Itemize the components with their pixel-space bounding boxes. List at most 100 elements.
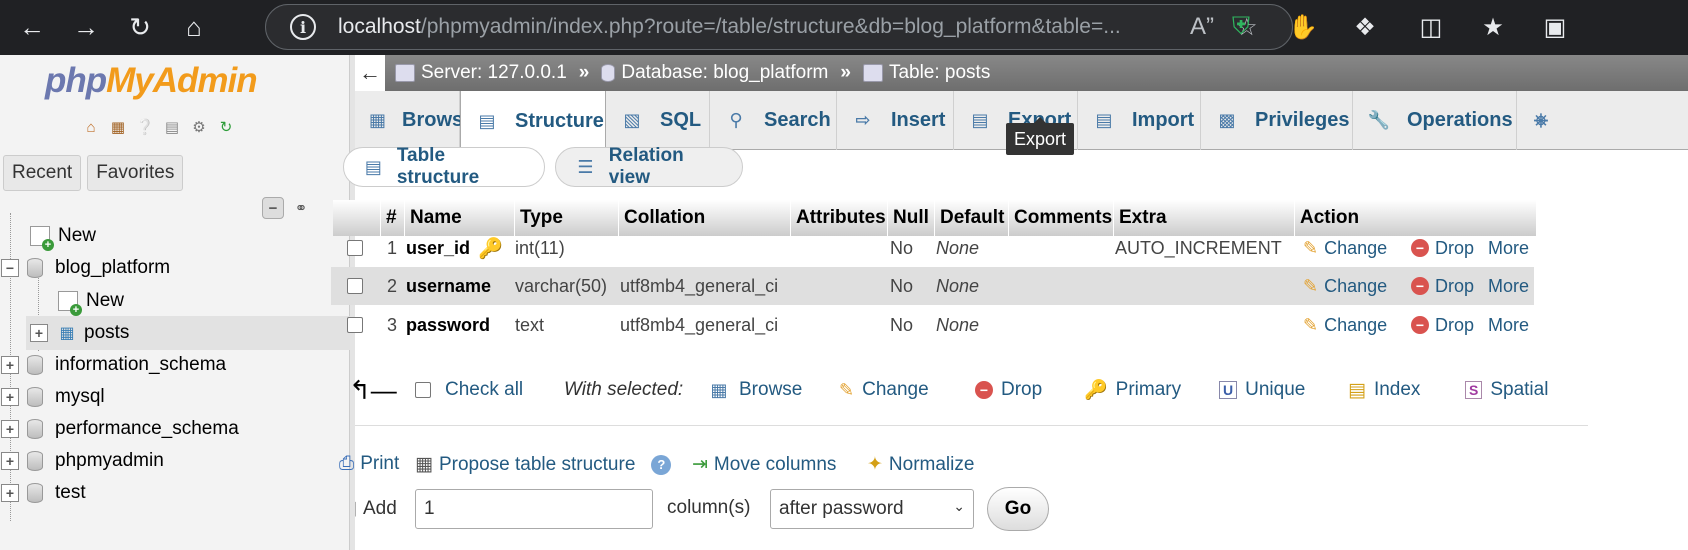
tree-item-phpmyadmin[interactable]: + phpmyadmin: [1, 444, 164, 478]
drop-link[interactable]: − Drop: [1411, 267, 1474, 305]
check-all-checkbox[interactable]: Check all: [415, 379, 523, 401]
column-position-select[interactable]: after password ⌄: [770, 489, 974, 529]
breadcrumb-table[interactable]: Table: posts: [862, 62, 990, 84]
field-type: varchar(50): [515, 275, 608, 296]
settings-gear-icon[interactable]: ⚙: [188, 116, 210, 138]
go-button[interactable]: Go: [987, 487, 1049, 531]
tree-item-label: information_schema: [55, 354, 227, 375]
link-icon[interactable]: ⚭: [290, 197, 312, 219]
more-dropdown[interactable]: More: [1488, 306, 1529, 344]
breadcrumb-server[interactable]: Server: 127.0.0.1: [395, 62, 567, 84]
move-columns-link[interactable]: ⇥ Move columns: [692, 453, 836, 476]
favorites-icon[interactable]: ★: [1476, 10, 1510, 44]
tab-import[interactable]: ▤ Import: [1078, 91, 1201, 150]
read-aloud-icon[interactable]: A”: [1190, 13, 1214, 41]
tree-item-new-table[interactable]: New: [58, 284, 124, 318]
shield-extension-icon[interactable]: ⛨: [1224, 10, 1258, 44]
bulk-change-button[interactable]: ✎ Change: [839, 379, 929, 401]
tree-item-label: New: [58, 225, 97, 246]
collections-icon[interactable]: ▣: [1538, 10, 1572, 44]
checkbox[interactable]: [415, 382, 431, 398]
tree-item-information-schema[interactable]: + information_schema: [1, 348, 226, 382]
change-label: Change: [1324, 275, 1388, 296]
collapse-icon[interactable]: −: [1, 259, 19, 277]
address-bar[interactable]: i localhost/phpmyadmin/index.php?route=/…: [265, 4, 1293, 50]
tab-sql[interactable]: ▧ SQL: [606, 91, 710, 150]
reload-nav-icon[interactable]: ↻: [215, 116, 237, 138]
field-default: None: [936, 314, 980, 335]
tab-more[interactable]: ⎈: [1517, 91, 1567, 150]
url-text[interactable]: localhost/phpmyadmin/index.php?route=/ta…: [338, 15, 1168, 39]
database-icon: [27, 387, 43, 407]
row-checkbox[interactable]: [347, 306, 363, 344]
bulk-primary-button[interactable]: 🔑 Primary: [1084, 378, 1181, 402]
expand-icon[interactable]: +: [1, 452, 19, 470]
table-row: 3 password text utf8mb4_general_ci No No…: [331, 306, 1534, 344]
tab-search[interactable]: ⚲ Search: [710, 91, 837, 150]
export-tooltip: Export: [1006, 117, 1074, 155]
breadcrumb-database[interactable]: Database: blog_platform: [601, 62, 828, 84]
tree-item-performance-schema[interactable]: + performance_schema: [1, 412, 239, 446]
extensions-icon[interactable]: ❖: [1348, 10, 1382, 44]
print-link[interactable]: ⎙ Print: [339, 453, 399, 475]
site-info-icon[interactable]: i: [290, 14, 316, 40]
drop-link[interactable]: − Drop: [1411, 306, 1474, 344]
bulk-index-button[interactable]: ▤ Index: [1348, 379, 1420, 402]
forward-icon[interactable]: →: [64, 6, 108, 50]
bulk-browse-button[interactable]: ▦ Browse: [707, 379, 802, 401]
split-screen-icon[interactable]: ◫: [1414, 10, 1448, 44]
logout-icon[interactable]: ▦: [107, 116, 129, 138]
docs-icon[interactable]: ▤: [161, 116, 183, 138]
tree-item-mysql[interactable]: + mysql: [1, 380, 105, 414]
help-icon[interactable]: ❔: [134, 116, 156, 138]
insert-icon: ⇨: [855, 110, 871, 130]
subtab-table-structure[interactable]: ▤ Table structure: [343, 145, 545, 188]
tab-structure[interactable]: ▤ Structure: [460, 91, 606, 151]
drop-link[interactable]: − Drop: [1411, 229, 1474, 267]
sidebar-quick-icons: ⌂ ▦ ❔ ▤ ⚙ ↻: [80, 116, 237, 138]
expand-icon[interactable]: +: [1, 388, 19, 406]
favorites-tab[interactable]: Favorites: [87, 155, 184, 191]
tree-item-new-database[interactable]: New: [30, 219, 96, 253]
change-link[interactable]: ✎ Change: [1303, 267, 1387, 305]
expand-icon[interactable]: +: [1, 484, 19, 502]
recent-tab[interactable]: Recent: [3, 155, 82, 191]
bulk-unique-button[interactable]: U Unique: [1219, 379, 1305, 401]
row-checkbox[interactable]: [347, 229, 363, 267]
tab-browse[interactable]: ▦ Browse: [355, 91, 474, 150]
subtab-relation-view[interactable]: ☰ Relation view: [555, 145, 743, 188]
tab-privileges[interactable]: ▩ Privileges: [1201, 91, 1353, 150]
search-icon: ⚲: [729, 110, 743, 130]
propose-structure-link[interactable]: ▦ Propose table structure?: [415, 453, 672, 476]
more-dropdown[interactable]: More: [1488, 267, 1529, 305]
tab-operations[interactable]: 🔧 Operations: [1353, 91, 1517, 150]
change-link[interactable]: ✎ Change: [1303, 306, 1387, 344]
structure-icon: ▤: [364, 156, 382, 177]
tab-label: Operations: [1407, 109, 1513, 131]
collapse-sidebar-icon[interactable]: ←: [355, 55, 385, 91]
expand-icon[interactable]: +: [30, 324, 48, 342]
row-checkbox[interactable]: [347, 267, 363, 305]
home-icon[interactable]: ⌂: [172, 6, 216, 50]
tree-item-test[interactable]: + test: [1, 476, 86, 510]
bulk-drop-button[interactable]: − Drop: [975, 379, 1042, 401]
tree-item-blog-platform[interactable]: − blog_platform: [1, 251, 170, 285]
collapse-all-icon[interactable]: −: [262, 197, 284, 219]
tree-item-posts[interactable]: + ▦ posts: [26, 316, 350, 350]
home-icon[interactable]: ⌂: [80, 116, 102, 138]
phpmyadmin-logo[interactable]: phpMyAdmin: [45, 61, 258, 101]
expand-icon[interactable]: +: [1, 356, 19, 374]
block-extension-icon[interactable]: ✋: [1286, 10, 1320, 44]
bulk-spatial-button[interactable]: S Spatial: [1465, 379, 1548, 401]
change-link[interactable]: ✎ Change: [1303, 229, 1387, 267]
more-dropdown[interactable]: More: [1488, 229, 1529, 267]
bulk-index-label: Index: [1373, 379, 1421, 400]
reload-icon[interactable]: ↻: [118, 6, 162, 50]
check-all-label[interactable]: Check all: [445, 379, 523, 401]
tab-insert[interactable]: ⇨ Insert: [837, 91, 954, 150]
column-count-input[interactable]: 1: [415, 489, 653, 529]
help-icon[interactable]: ?: [651, 454, 672, 475]
expand-icon[interactable]: +: [1, 420, 19, 438]
back-icon[interactable]: ←: [10, 6, 54, 50]
normalize-link[interactable]: ✦ Normalize: [867, 453, 974, 476]
